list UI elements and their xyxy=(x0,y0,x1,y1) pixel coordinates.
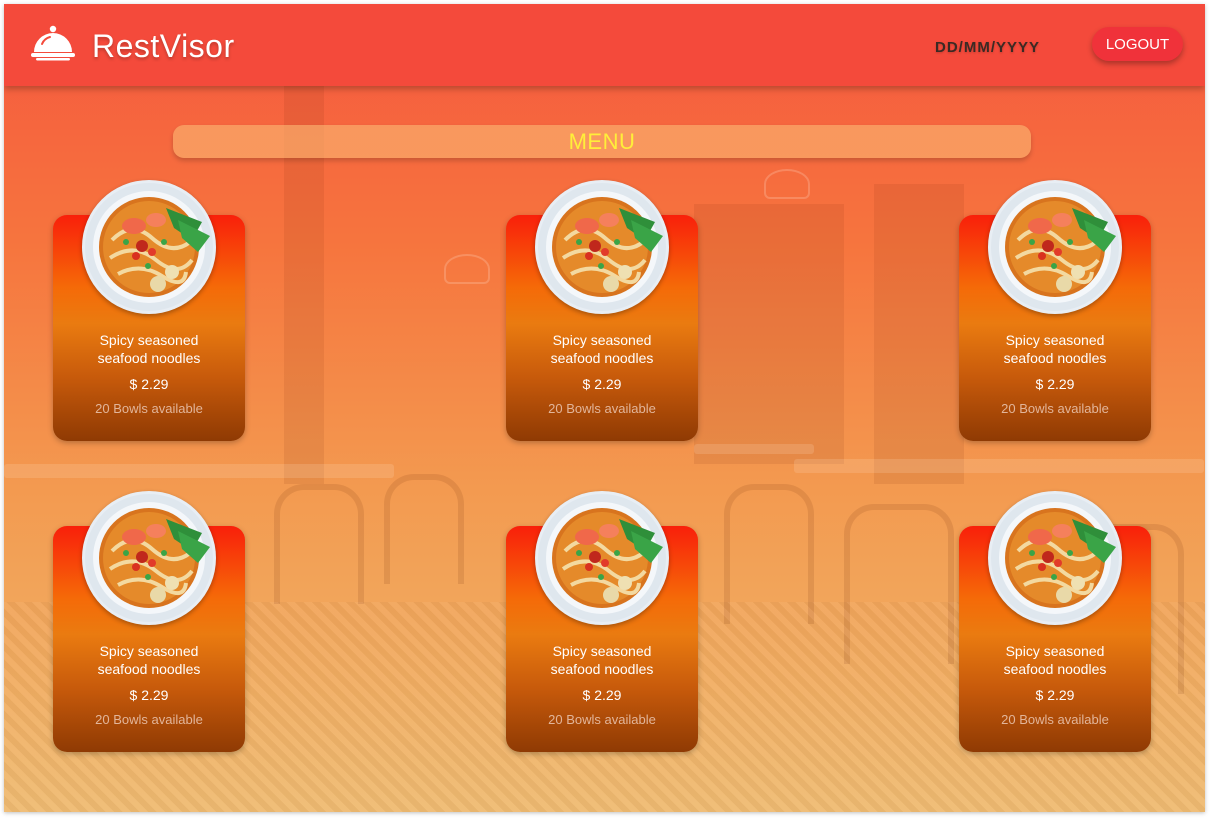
menu-item-availability: 20 Bowls available xyxy=(548,401,656,416)
menu-item-card[interactable]: Spicy seasoned seafood noodles $ 2.29 20… xyxy=(959,180,1151,441)
app-window: RestVisor DD/MM/YYYY LOGOUT MENU Spicy s… xyxy=(4,4,1205,812)
menu-item-availability: 20 Bowls available xyxy=(548,712,656,727)
menu-item-name: Spicy seasoned seafood noodles xyxy=(1003,643,1107,677)
menu-item-name: Spicy seasoned seafood noodles xyxy=(97,332,201,366)
logout-button[interactable]: LOGOUT xyxy=(1092,27,1183,61)
menu-item-name: Spicy seasoned seafood noodles xyxy=(1003,332,1107,366)
date-display: DD/MM/YYYY xyxy=(935,39,1041,56)
menu-title: MENU xyxy=(568,128,636,154)
menu-item-name: Spicy seasoned seafood noodles xyxy=(550,643,654,677)
menu-item-card[interactable]: Spicy seasoned seafood noodles $ 2.29 20… xyxy=(506,491,698,752)
app-title: RestVisor xyxy=(92,28,235,64)
serving-cloche-icon xyxy=(31,25,75,61)
menu-item-price: $ 2.29 xyxy=(1035,687,1075,703)
noodle-bowl-image xyxy=(82,491,216,625)
top-header: RestVisor DD/MM/YYYY LOGOUT xyxy=(4,4,1205,86)
noodle-bowl-image xyxy=(82,180,216,314)
menu-item-price: $ 2.29 xyxy=(129,687,169,703)
menu-item-availability: 20 Bowls available xyxy=(95,401,203,416)
noodle-bowl-image xyxy=(988,491,1122,625)
menu-item-availability: 20 Bowls available xyxy=(1001,401,1109,416)
menu-item-price: $ 2.29 xyxy=(1035,376,1075,392)
menu-item-price: $ 2.29 xyxy=(582,376,622,392)
noodle-bowl-image xyxy=(535,180,669,314)
menu-item-name: Spicy seasoned seafood noodles xyxy=(550,332,654,366)
menu-heading-bar: MENU xyxy=(173,125,1031,158)
menu-item-card[interactable]: Spicy seasoned seafood noodles $ 2.29 20… xyxy=(53,180,245,441)
menu-item-availability: 20 Bowls available xyxy=(1001,712,1109,727)
menu-item-price: $ 2.29 xyxy=(129,376,169,392)
menu-item-card[interactable]: Spicy seasoned seafood noodles $ 2.29 20… xyxy=(53,491,245,752)
menu-item-name: Spicy seasoned seafood noodles xyxy=(97,643,201,677)
noodle-bowl-image xyxy=(988,180,1122,314)
menu-item-availability: 20 Bowls available xyxy=(95,712,203,727)
menu-item-card[interactable]: Spicy seasoned seafood noodles $ 2.29 20… xyxy=(506,180,698,441)
noodle-bowl-image xyxy=(535,491,669,625)
menu-item-card[interactable]: Spicy seasoned seafood noodles $ 2.29 20… xyxy=(959,491,1151,752)
menu-item-price: $ 2.29 xyxy=(582,687,622,703)
